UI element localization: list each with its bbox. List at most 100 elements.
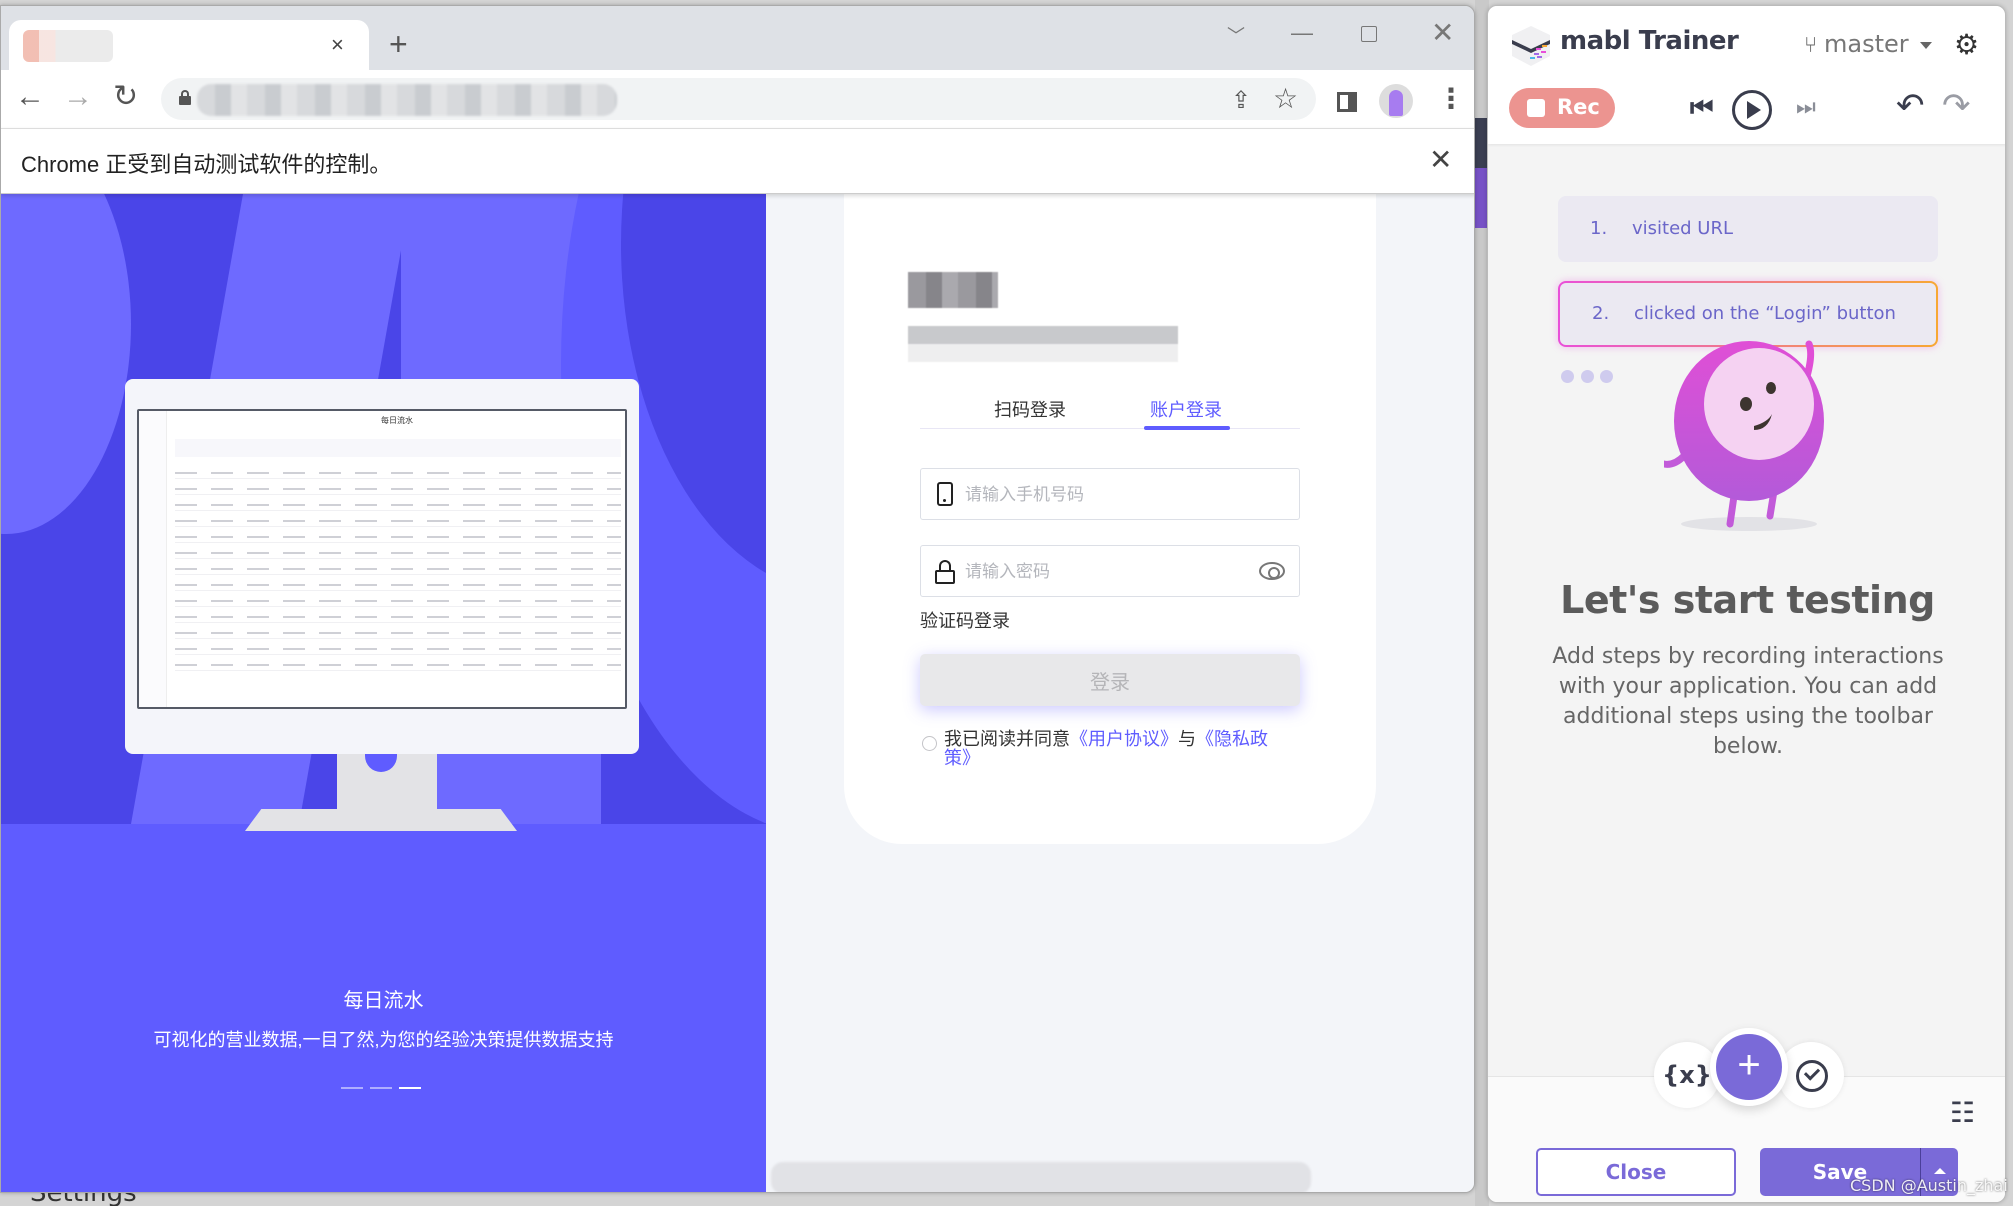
redo-icon[interactable]: ↷ bbox=[1942, 86, 1971, 126]
minimize-button[interactable]: — bbox=[1291, 20, 1313, 46]
logo-obscured bbox=[908, 272, 998, 308]
mabl-header: mabl Trainer ⑂ master ⚙ Rec ⏮ ⏭ ↶ ↷ bbox=[1488, 6, 2005, 144]
new-tab-button[interactable]: + bbox=[389, 28, 408, 60]
step-number: 2. bbox=[1592, 303, 1610, 324]
mascot-illustration bbox=[1664, 340, 1824, 531]
typing-dot bbox=[1600, 370, 1613, 383]
step-text: visited URL bbox=[1632, 218, 1734, 239]
screen-table-row bbox=[175, 595, 621, 607]
screen-table-row bbox=[175, 579, 621, 591]
git-branch-icon: ⑂ bbox=[1804, 32, 1818, 57]
typing-dot bbox=[1581, 370, 1594, 383]
sms-code-login-link[interactable]: 验证码登录 bbox=[920, 607, 1010, 633]
bookmark-star-icon[interactable]: ☆ bbox=[1273, 82, 1298, 115]
url-obscured bbox=[197, 84, 617, 116]
browser-toolbar: ← → ↻ ⇪ ☆ bbox=[1, 70, 1474, 128]
screen-table-row bbox=[175, 611, 621, 623]
hero-title: 每日流水 bbox=[343, 990, 424, 1012]
window-close-button[interactable]: ✕ bbox=[1431, 16, 1454, 49]
mobile-phone-icon bbox=[937, 482, 953, 506]
hero-panel: 每日流水 每日流水 可视化的营业数据,一目了然,为您的经验决策提供数据支持 bbox=[1, 194, 766, 1192]
lock-icon bbox=[935, 560, 955, 584]
login-card: 扫码登录 账户登录 验证码登录 登录 我已阅读并同意《用户协议》与《隐私政策》 bbox=[844, 194, 1376, 844]
skip-forward-icon[interactable]: ⏭ bbox=[1796, 94, 1816, 120]
phone-field[interactable] bbox=[920, 468, 1300, 520]
screen-table-row bbox=[175, 563, 621, 575]
tab-account-login[interactable]: 账户登录 bbox=[1150, 396, 1222, 422]
screen-table-row bbox=[175, 643, 621, 655]
reload-button[interactable]: ↻ bbox=[113, 82, 138, 112]
password-field[interactable] bbox=[920, 545, 1300, 597]
infobar-close-icon[interactable]: ✕ bbox=[1429, 143, 1452, 176]
step-item[interactable]: 1. visited URL bbox=[1558, 196, 1938, 262]
status-bar-obscured bbox=[771, 1162, 1311, 1192]
carousel-dot-active[interactable] bbox=[399, 1087, 421, 1089]
screen-table-row bbox=[175, 547, 621, 559]
play-button[interactable] bbox=[1732, 90, 1772, 130]
record-button[interactable]: Rec bbox=[1509, 88, 1615, 128]
monitor-base bbox=[245, 809, 517, 831]
empty-state-title: Let's start testing bbox=[1560, 578, 1935, 622]
side-panel-icon[interactable] bbox=[1337, 92, 1357, 112]
hero-subtitle: 可视化的营业数据,一目了然,为您的经验决策提供数据支持 bbox=[153, 1030, 614, 1050]
empty-state-description: Add steps by recording interactions with… bbox=[1552, 644, 1944, 759]
monitor-stand bbox=[337, 754, 437, 810]
decor-shape bbox=[17, 749, 83, 824]
login-button[interactable]: 登录 bbox=[920, 654, 1300, 706]
tab-title-obscured bbox=[23, 30, 113, 62]
gear-icon[interactable]: ⚙ bbox=[1954, 28, 1979, 61]
profile-avatar[interactable] bbox=[1379, 84, 1413, 118]
lock-icon[interactable] bbox=[179, 90, 191, 105]
screen-title: 每日流水 bbox=[381, 416, 413, 425]
monitor-screen: 每日流水 bbox=[137, 409, 627, 709]
brand-name-obscured bbox=[908, 326, 1178, 362]
browser-tab[interactable]: × bbox=[9, 20, 369, 71]
carousel-dot[interactable] bbox=[341, 1087, 363, 1089]
app-title: mabl Trainer bbox=[1560, 26, 1739, 56]
carousel-indicators bbox=[341, 1087, 431, 1089]
monitor-illustration: 每日流水 bbox=[125, 379, 639, 754]
tab-close-icon[interactable]: × bbox=[331, 32, 344, 58]
web-page: 每日流水 每日流水 可视化的营业数据,一目了然,为您的经验决策提供数据支持 扫码… bbox=[1, 194, 1474, 1192]
screen-table-row bbox=[175, 467, 621, 479]
add-step-button[interactable]: + bbox=[1710, 1028, 1788, 1106]
tab-strip: × + ﹀ — ✕ bbox=[1, 6, 1474, 71]
user-agreement-link[interactable]: 《用户协议》 bbox=[1070, 729, 1178, 749]
chevron-down-icon[interactable] bbox=[1920, 42, 1932, 49]
branch-selector[interactable]: master bbox=[1824, 30, 1909, 58]
assertion-check-button[interactable] bbox=[1778, 1042, 1844, 1108]
password-input[interactable] bbox=[965, 558, 1245, 586]
carousel-dot[interactable] bbox=[370, 1087, 392, 1089]
tabs-divider bbox=[920, 428, 1300, 429]
address-bar[interactable]: ⇪ ☆ bbox=[161, 78, 1316, 120]
mabl-trainer-panel: mabl Trainer ⑂ master ⚙ Rec ⏮ ⏭ ↶ ↷ 1. v… bbox=[1487, 5, 2006, 1203]
skip-to-start-icon[interactable]: ⏮ bbox=[1690, 92, 1713, 124]
forward-button[interactable]: → bbox=[63, 82, 93, 112]
watermark: CSDN @Austin_zhai bbox=[1850, 1176, 2008, 1195]
sliders-icon[interactable]: ☷ bbox=[1950, 1096, 1975, 1129]
tab-qr-login[interactable]: 扫码登录 bbox=[994, 396, 1066, 422]
close-button[interactable]: Close bbox=[1536, 1148, 1736, 1196]
infobar-message: Chrome 正受到自动测试软件的控制。 bbox=[21, 152, 392, 177]
back-button[interactable]: ← bbox=[15, 82, 45, 112]
screen-table-row bbox=[175, 659, 621, 671]
screen-table-row bbox=[175, 515, 621, 527]
automation-infobar: Chrome 正受到自动测试软件的控制。 ✕ bbox=[1, 128, 1474, 194]
chrome-menu-icon[interactable]: ⋮ bbox=[1437, 84, 1465, 114]
screen-table-row bbox=[175, 627, 621, 639]
eye-icon[interactable] bbox=[1259, 562, 1285, 580]
agreement-prefix: 我已阅读并同意 bbox=[944, 729, 1070, 749]
agreement-and: 与 bbox=[1178, 729, 1196, 749]
step-number: 1. bbox=[1590, 218, 1608, 239]
phone-input[interactable] bbox=[965, 481, 1245, 509]
share-icon[interactable]: ⇪ bbox=[1231, 86, 1251, 115]
undo-icon[interactable]: ↶ bbox=[1896, 86, 1925, 126]
screen-table-row bbox=[175, 531, 621, 543]
screen-table-row bbox=[175, 499, 621, 511]
tab-search-icon[interactable]: ﹀ bbox=[1227, 22, 1245, 48]
agreement-radio[interactable] bbox=[922, 736, 937, 751]
step-text: clicked on the “Login” button bbox=[1634, 303, 1896, 324]
screen-table-row bbox=[175, 483, 621, 495]
decor-shape bbox=[1, 194, 131, 534]
maximize-button[interactable] bbox=[1361, 26, 1377, 42]
